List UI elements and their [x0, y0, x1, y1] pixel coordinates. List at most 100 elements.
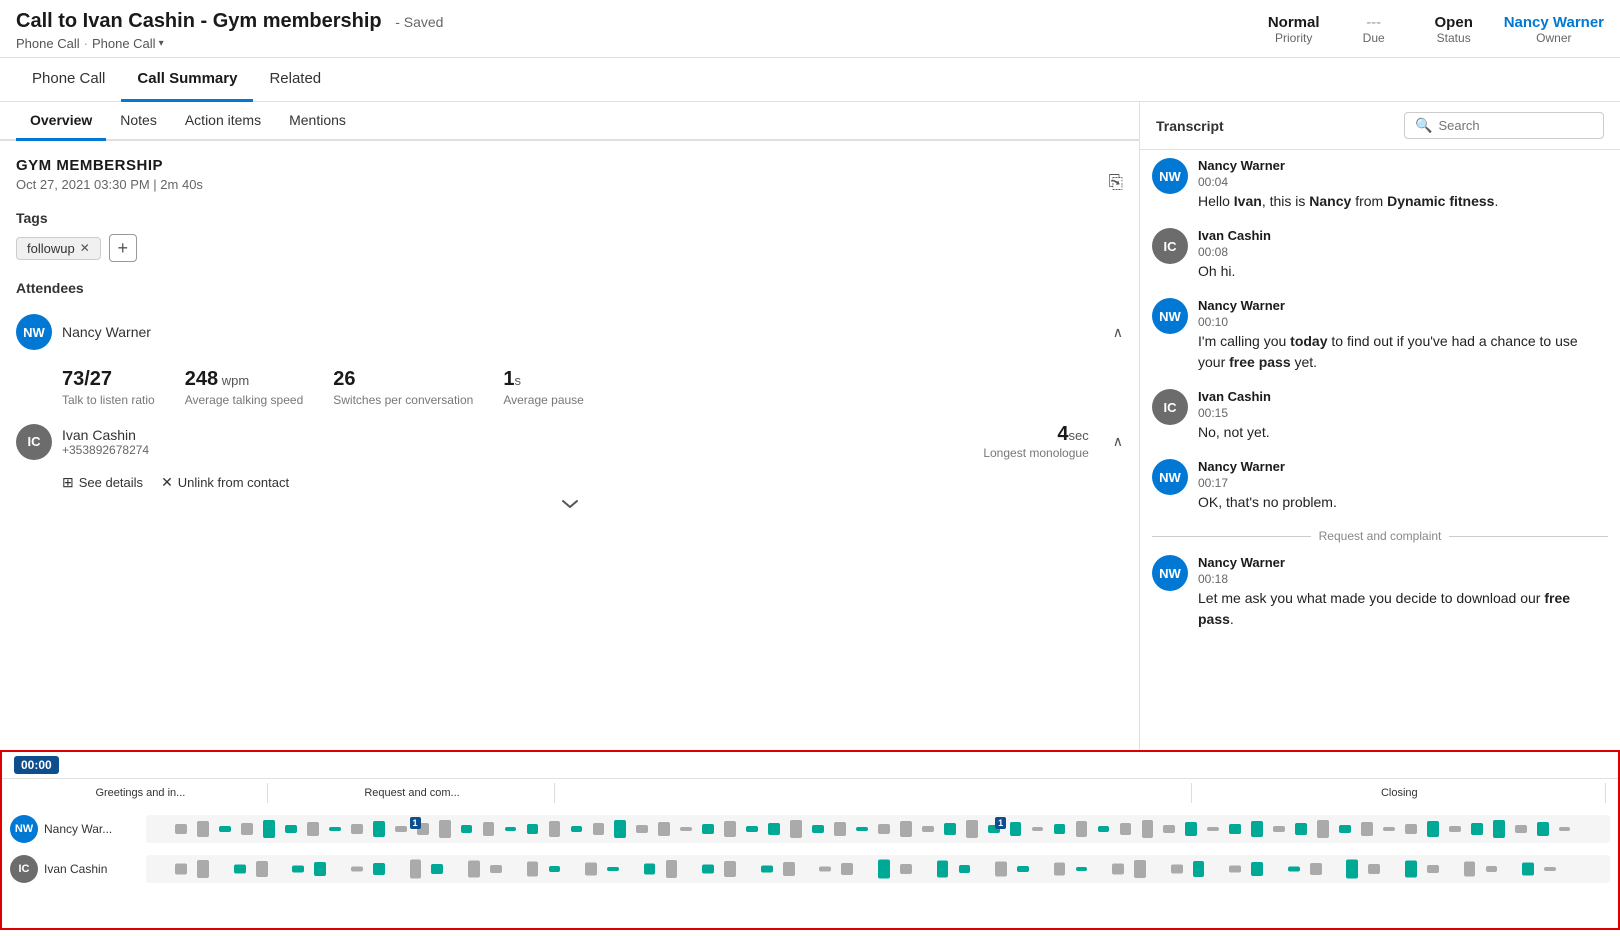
waveform-bar: [256, 861, 268, 877]
waveform-bar: [490, 865, 502, 873]
waveform-bar: [329, 827, 341, 831]
waveform-bar: [1054, 863, 1066, 876]
overview-title-section: GYM MEMBERSHIP Oct 27, 2021 03:30 PM | 2…: [16, 157, 1123, 192]
waveform-bar: [607, 867, 619, 871]
waveform-bar: [900, 864, 912, 874]
waveform-rows: NWNancy War...11 ICIvan Cashin: [2, 807, 1618, 928]
transcript-entry: NWNancy Warner00:04Hello Ivan, this is N…: [1152, 158, 1608, 212]
waveform-bar: [937, 861, 949, 878]
transcript-speaker: Nancy Warner: [1198, 158, 1498, 173]
unlink-contact-link[interactable]: ✕ Unlink from contact: [161, 474, 289, 491]
top-nav-tabs: Phone Call Call Summary Related: [0, 58, 1620, 102]
waveform-bar: [219, 826, 231, 832]
waveform-bar: [505, 827, 517, 831]
waveform-row: NWNancy War...11: [2, 811, 1618, 847]
attendee-ivan: IC Ivan Cashin +353892678274 4sec Longes…: [16, 419, 1123, 464]
waveform-bar: [1017, 866, 1029, 872]
waveform-row: ICIvan Cashin: [2, 851, 1618, 887]
transcript-search-box[interactable]: 🔍: [1404, 112, 1604, 139]
waveform-track[interactable]: 11: [146, 815, 1610, 843]
waveform-bar: [724, 821, 736, 837]
tags-row: followup ✕ +: [16, 234, 1123, 262]
action-links: ⊞ See details ✕ Unlink from contact: [62, 474, 1123, 491]
avatar-ic: IC: [1152, 389, 1188, 425]
stat-wpm: 248 wpm Average talking speed: [185, 368, 304, 407]
transcript-divider: Request and complaint: [1152, 529, 1608, 543]
collapse-nancy-button[interactable]: ∧: [1113, 324, 1123, 341]
waveform-bar: [527, 824, 539, 834]
add-tag-button[interactable]: +: [109, 234, 137, 262]
transcript-text: No, not yet.: [1198, 422, 1271, 443]
waveform-bar: [593, 823, 605, 835]
waveform-bar: [790, 820, 802, 838]
timeline-segments: Greetings and in...Request and com...Clo…: [2, 779, 1618, 807]
tag-remove-button[interactable]: ✕: [80, 241, 90, 255]
waveform-bar: [351, 824, 363, 834]
overview-content: GYM MEMBERSHIP Oct 27, 2021 03:30 PM | 2…: [0, 141, 1139, 750]
waveform-bar: [1464, 862, 1476, 877]
waveform-bar: [702, 824, 714, 834]
transcript-time: 00:18: [1198, 572, 1608, 586]
inner-tab-notes[interactable]: Notes: [106, 102, 171, 141]
due-meta: --- Due: [1344, 14, 1404, 45]
waveform-bar: [1163, 825, 1175, 833]
stat-avg-pause: 1s Average pause: [503, 368, 584, 407]
transcript-speaker: Nancy Warner: [1198, 298, 1608, 313]
waveform-bar: [1112, 864, 1124, 875]
search-input[interactable]: [1438, 118, 1593, 133]
waveform-bar: [878, 860, 890, 879]
inner-tab-mentions[interactable]: Mentions: [275, 102, 360, 141]
transcript-text: I'm calling you today to find out if you…: [1198, 331, 1608, 373]
waveform-bar: [439, 820, 451, 838]
tags-label: Tags: [16, 210, 1123, 226]
waveform-bar: [1486, 866, 1498, 872]
waveform-bar: [549, 866, 561, 872]
waveform-bar: [1427, 821, 1439, 837]
page-header: Call to Ivan Cashin - Gym membership - S…: [0, 0, 1620, 58]
see-details-link[interactable]: ⊞ See details: [62, 474, 143, 491]
waveform-bar: [1427, 865, 1439, 873]
collapse-ivan-button[interactable]: ∧: [1113, 433, 1123, 450]
transcript-entry: NWNancy Warner00:10I'm calling you today…: [1152, 298, 1608, 373]
longest-monologue: 4sec Longest monologue: [983, 423, 1088, 460]
breadcrumb-dropdown[interactable]: Phone Call ▾: [92, 36, 164, 51]
inner-tab-overview[interactable]: Overview: [16, 102, 106, 141]
attendees-label: Attendees: [16, 280, 1123, 296]
waveform-bar: [812, 825, 824, 833]
waveform-bar: [285, 825, 297, 833]
avatar-ivan: IC: [16, 424, 52, 460]
waveform-bar: [234, 865, 246, 874]
avatar-ic: IC: [1152, 228, 1188, 264]
waveform-bar: [1229, 824, 1241, 834]
attendees-section: Attendees NW Nancy Warner ∧ 73/27 Talk t…: [16, 280, 1123, 517]
inner-tab-action-items[interactable]: Action items: [171, 102, 275, 141]
waveform-bar: [1251, 862, 1263, 876]
waveform-bar: [197, 821, 209, 837]
priority-meta: Normal Priority: [1264, 14, 1324, 45]
waveform-track[interactable]: [146, 855, 1610, 883]
transcript-speaker: Ivan Cashin: [1198, 389, 1271, 404]
waveform-bar: [1032, 827, 1044, 831]
nancy-stats: 73/27 Talk to listen ratio 248 wpm Avera…: [62, 368, 1123, 407]
search-icon: 🔍: [1415, 117, 1432, 134]
waveform-bar: [783, 862, 795, 876]
waveform-bar: [431, 864, 443, 874]
collapse-button[interactable]: [16, 491, 1123, 517]
tab-related[interactable]: Related: [253, 58, 337, 102]
waveform-bar: [1273, 826, 1285, 832]
waveform-bar: [1193, 861, 1205, 877]
waveform-bar: [1134, 860, 1146, 878]
waveform-bar: [966, 820, 978, 838]
waveform-bar: [1295, 823, 1307, 835]
waveform-bar: [307, 822, 319, 836]
copy-button[interactable]: ⎘: [1109, 172, 1123, 193]
waveform-bar: [856, 827, 868, 831]
waveform-bar: [1142, 820, 1154, 838]
tab-phone-call[interactable]: Phone Call: [16, 58, 121, 102]
waveform-bar: [1544, 867, 1556, 871]
waveform-bar: [746, 826, 758, 832]
attendee-ivan-phone: +353892678274: [62, 443, 149, 457]
tab-call-summary[interactable]: Call Summary: [121, 58, 253, 102]
waveform-bar: [702, 865, 714, 874]
inner-tabs: Overview Notes Action items Mentions: [0, 102, 1139, 141]
